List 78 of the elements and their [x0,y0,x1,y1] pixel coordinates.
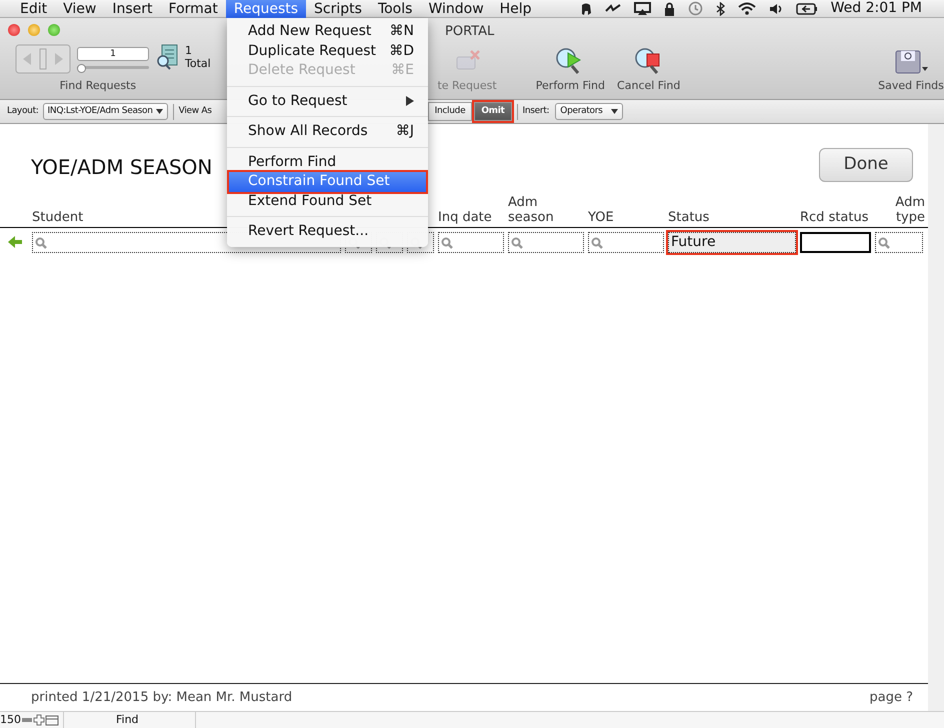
menu-item[interactable]: Window [420,0,492,18]
menu-item[interactable]: Go to Request [227,92,428,111]
toolbar-button-label[interactable]: Cancel Find [617,78,680,94]
toolbar-button-label[interactable]: Saved Finds [878,78,944,94]
menu-item[interactable]: Format [160,0,226,18]
zoom-out-icon[interactable] [21,715,33,725]
submenu-arrow-icon [406,96,414,106]
toolbar-label: Find Requests [60,78,136,94]
menu-item[interactable]: Tools [370,0,420,18]
done-button[interactable]: Done [819,148,913,182]
menu-item[interactable]: Constrain Found Set [229,172,426,192]
view-as-label: View As [178,104,212,118]
column-header: Student [32,210,84,225]
find-field[interactable] [438,232,504,253]
document-search-icon[interactable] [155,44,180,70]
mode-button[interactable]: Omit [474,102,512,122]
find-field[interactable] [588,232,664,253]
menu-item[interactable]: Scripts [306,0,370,18]
column-header: YOE [588,210,615,225]
menu-item[interactable]: View [55,0,104,18]
bluetooth-icon[interactable] [716,2,725,16]
clock[interactable]: Wed 2:01 PM [830,0,922,19]
saved-search-icon[interactable] [894,48,928,74]
search-icon [35,236,47,248]
menu-item: Delete Request ⌘E [247,61,415,80]
menu-item[interactable]: Add New Request ⌘N [227,22,428,42]
menu-item[interactable]: Insert [104,0,161,18]
battery-icon[interactable] [796,2,818,14]
column-header: Rcd status [800,210,870,225]
layout-dropdown[interactable]: INQ:Lst-YOE/Adm Season [42,102,168,120]
search-icon [441,236,453,248]
menu-item[interactable]: Revert Request... [227,222,428,242]
menu-item[interactable]: Duplicate Request ⌘D [227,42,428,61]
back-arrow-icon[interactable] [8,236,22,248]
lock-icon[interactable] [664,2,675,16]
find-field[interactable] [875,232,923,253]
report-title: YOE/ADM SEASON [31,155,212,179]
operators-dropdown[interactable]: Operators [555,102,624,120]
mode-button[interactable]: Include [428,102,472,122]
volume-icon[interactable] [768,2,783,14]
search-icon [878,236,890,248]
menu-item[interactable]: Help [492,0,540,18]
column-header: Status [668,210,710,225]
zoom-level[interactable]: 150 [0,712,21,728]
mode-label: Find [63,712,196,728]
toolbar-button-label[interactable]: Perform Find [536,78,605,94]
insert-label: Insert: [522,104,550,118]
window-icon[interactable] [45,714,59,726]
layout-label: Layout: [7,104,39,118]
footer-text: printed 1/21/2015 by: Mean Mr. Mustard [31,689,292,707]
sync-icon[interactable] [604,2,621,14]
slider-thumb[interactable] [77,64,86,72]
clock-icon[interactable] [688,1,703,16]
total-label: Total [185,56,211,70]
column-header: Adm type [895,195,925,225]
record-number-field[interactable]: 1 [77,46,150,60]
search-icon [591,236,603,248]
find-field[interactable] [800,232,871,253]
wifi-icon[interactable] [738,2,756,15]
menu-item[interactable]: Requests [226,0,306,18]
search-icon [511,236,523,248]
toolbar-button-label: te Request [437,78,497,94]
zoom-in-icon[interactable] [33,714,45,726]
menu-item[interactable]: Extend Found Set [227,192,428,211]
caret-icon [156,109,163,114]
column-header: Inq date [438,210,493,225]
menu-item[interactable]: Perform Find [227,152,428,172]
page-number: page ? [869,689,913,707]
find-field[interactable] [508,232,584,253]
find-field[interactable]: Future [668,232,796,253]
caret-icon [611,109,618,114]
column-header: Adm season [508,195,555,225]
close-button[interactable] [8,24,20,36]
record-count: 1 [185,44,194,56]
airplay-icon[interactable] [634,2,651,15]
window-title: PORTAL [445,23,494,41]
menu-item[interactable]: Show All Records ⌘J [227,122,428,142]
menu-item[interactable]: Edit [12,0,56,18]
